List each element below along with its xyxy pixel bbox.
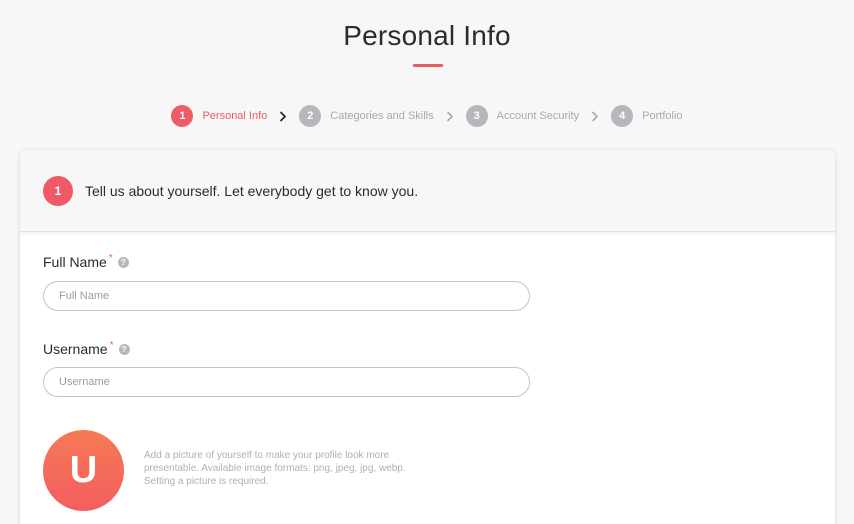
personal-info-card: 1 Tell us about yourself. Let everybody … xyxy=(20,150,835,524)
help-icon[interactable]: ? xyxy=(117,256,129,268)
username-label-text: Username xyxy=(43,341,108,357)
username-input[interactable] xyxy=(43,367,530,397)
card-header: 1 Tell us about yourself. Let everybody … xyxy=(20,150,835,232)
avatar-hint: Add a picture of yourself to make your p… xyxy=(144,450,406,487)
chevron-right-icon xyxy=(277,110,289,122)
step-categories-and-skills[interactable]: 2 Categories and Skills xyxy=(299,105,434,127)
step-label: Categories and Skills xyxy=(330,110,434,122)
stepper: 1 Personal Info 2 Categories and Skills … xyxy=(0,105,854,127)
full-name-input[interactable] xyxy=(43,281,530,311)
step-label: Account Security xyxy=(496,110,580,122)
chevron-right-icon xyxy=(444,110,456,122)
step-number: 3 xyxy=(465,105,488,127)
chevron-right-icon xyxy=(589,110,601,122)
step-label: Personal Info xyxy=(202,110,268,122)
step-number: 4 xyxy=(611,105,634,127)
avatar-initial: U xyxy=(69,449,98,491)
step-number: 2 xyxy=(299,105,322,127)
required-mark: * xyxy=(108,252,113,264)
page-title: Personal Info xyxy=(343,20,511,51)
username-label: Username * ? xyxy=(43,339,130,357)
header-text: Tell us about yourself. Let everybody ge… xyxy=(85,182,419,199)
title-underline xyxy=(413,64,443,67)
header-step-number: 1 xyxy=(43,175,73,206)
avatar-upload[interactable]: U xyxy=(43,430,124,511)
full-name-label: Full Name * ? xyxy=(43,252,129,270)
step-number: 1 xyxy=(171,105,194,127)
help-icon[interactable]: ? xyxy=(118,343,130,355)
required-mark: * xyxy=(109,339,114,351)
step-account-security[interactable]: 3 Account Security xyxy=(465,105,580,127)
full-name-label-text: Full Name xyxy=(43,254,107,270)
step-label: Portfolio xyxy=(642,110,683,122)
step-portfolio[interactable]: 4 Portfolio xyxy=(611,105,683,127)
step-personal-info[interactable]: 1 Personal Info xyxy=(171,105,267,127)
